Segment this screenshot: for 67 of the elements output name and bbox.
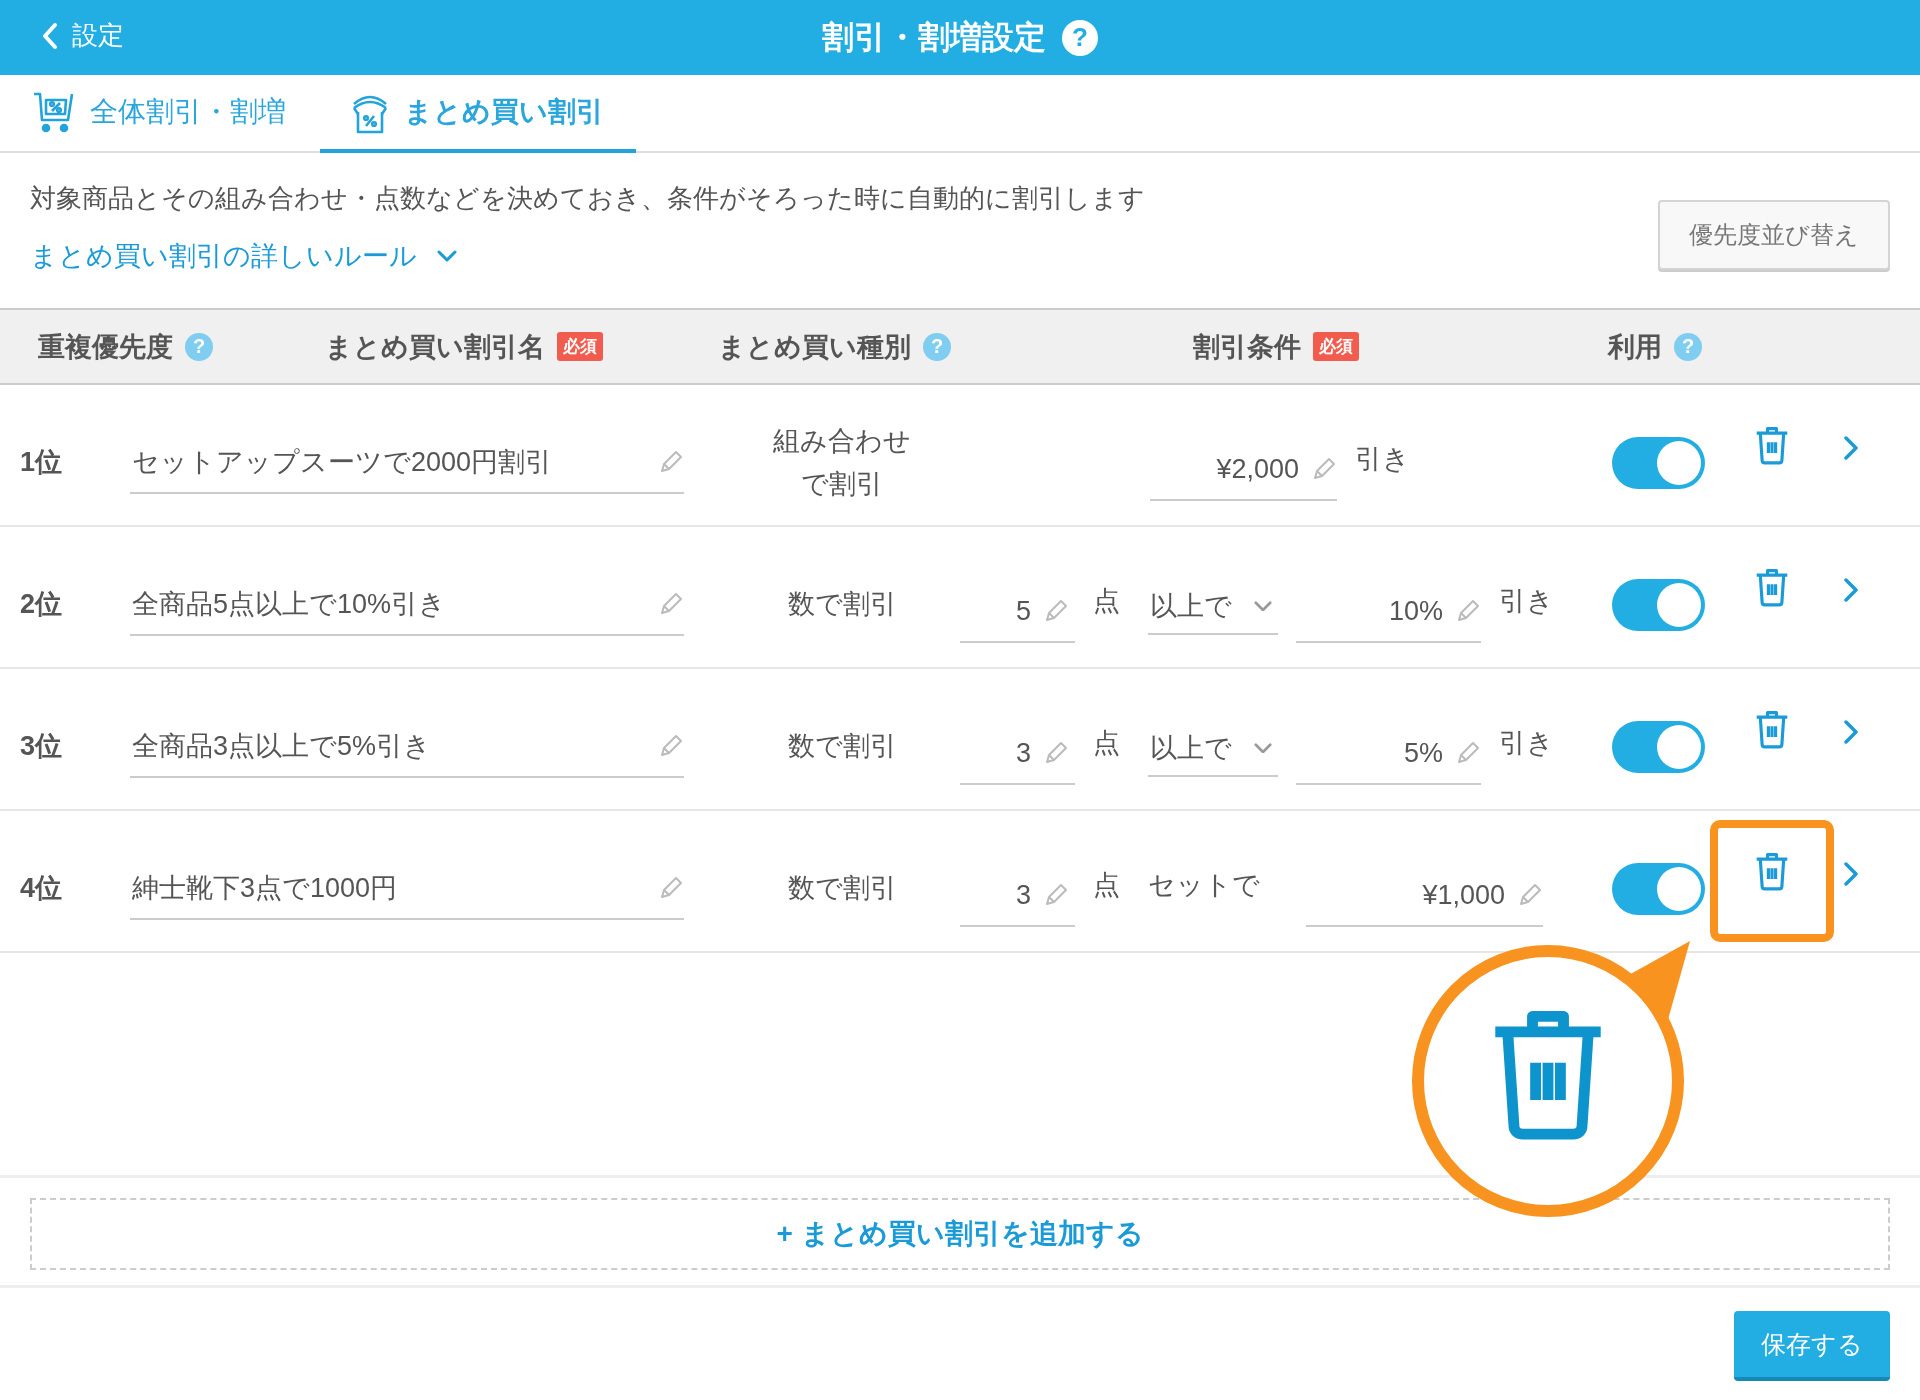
name-input-field[interactable]: 全商品3点以上で5%引き (130, 716, 684, 778)
name-input-field[interactable]: セットアップスーツで2000円割引 (130, 432, 684, 494)
trash-icon (1754, 568, 1790, 608)
priority-rank: 2位 (19, 588, 64, 621)
chevron-down-icon (1254, 600, 1272, 612)
discount-type: 数で割引 (786, 730, 898, 764)
chevron-down-icon (1254, 742, 1272, 754)
unit-label: 点 (1093, 869, 1120, 902)
column-header: 割引条件 (1193, 330, 1301, 364)
priority-rank: 3位 (19, 730, 64, 763)
chevron-right-icon (1844, 436, 1858, 460)
required-badge: 必須 (557, 332, 603, 361)
toggle-switch[interactable] (1612, 863, 1705, 915)
cart-icon (32, 90, 76, 134)
pencil-icon (1311, 456, 1337, 482)
amount-input-field[interactable]: ¥2,000 (1150, 439, 1337, 501)
toggle-switch[interactable] (1612, 721, 1705, 773)
description-text: 対象商品とその組み合わせ・点数などを決めておき、条件がそろった時に自動的に割引します (30, 182, 1145, 215)
discount-suffix: 引き (1499, 727, 1554, 760)
sort-priority-button[interactable]: 優先度並び替え (1658, 200, 1890, 270)
discount-suffix: 引き (1499, 585, 1554, 618)
pencil-icon (1043, 598, 1069, 624)
discount-type: 数で割引 (786, 588, 898, 622)
pencil-icon (1517, 882, 1543, 908)
quantity-input-field[interactable]: 3 (960, 723, 1075, 785)
name-input-field[interactable]: 全商品5点以上で10%引き (130, 574, 684, 636)
pencil-icon (1455, 740, 1481, 766)
discount-suffix: 引き (1355, 443, 1410, 476)
pencil-icon (658, 449, 684, 475)
pencil-icon (1455, 598, 1481, 624)
toggle-switch[interactable] (1612, 437, 1705, 489)
name-input-field[interactable]: 紳士靴下3点で1000円 (130, 858, 684, 920)
trash-icon (1754, 852, 1790, 892)
required-badge: 必須 (1313, 332, 1359, 361)
trash-icon (1754, 426, 1790, 466)
pencil-icon (658, 733, 684, 759)
quantity-input-field[interactable]: 3 (960, 865, 1075, 927)
condition-select[interactable]: 以上で (1148, 721, 1278, 777)
condition-select[interactable]: 以上で (1148, 579, 1278, 635)
toggle-switch[interactable] (1612, 579, 1705, 631)
chevron-right-icon (1844, 862, 1858, 886)
pencil-icon (658, 875, 684, 901)
unit-label: 点 (1093, 585, 1120, 618)
pencil-icon (1043, 740, 1069, 766)
chevron-right-icon (1844, 720, 1858, 744)
chevron-down-icon (437, 250, 457, 262)
column-header: 重複優先度 (38, 330, 173, 364)
chevron-right-icon (1844, 578, 1858, 602)
column-header: まとめ買い種別 (718, 330, 911, 364)
amount-input-field[interactable]: 5% (1296, 723, 1481, 785)
column-header: まとめ買い割引名 (325, 330, 545, 364)
back-chevron-icon (42, 21, 58, 50)
column-header: 利用 (1608, 330, 1662, 364)
amount-input-field[interactable]: ¥1,000 (1306, 865, 1543, 927)
priority-rank: 4位 (19, 872, 64, 905)
discount-type: 数で割引 (786, 872, 898, 906)
quantity-input-field[interactable]: 5 (960, 581, 1075, 643)
delete-button[interactable] (1710, 820, 1834, 942)
pencil-icon (1043, 882, 1069, 908)
discount-type: 組み合わせで割引 (772, 424, 912, 501)
pencil-icon (658, 591, 684, 617)
priority-rank: 1位 (19, 446, 64, 479)
page-title: 割引・割増設定 (822, 17, 1046, 57)
trash-icon (1754, 710, 1790, 750)
condition-label: セットで (1148, 869, 1261, 902)
unit-label: 点 (1093, 727, 1120, 760)
amount-input-field[interactable]: 10% (1296, 581, 1481, 643)
